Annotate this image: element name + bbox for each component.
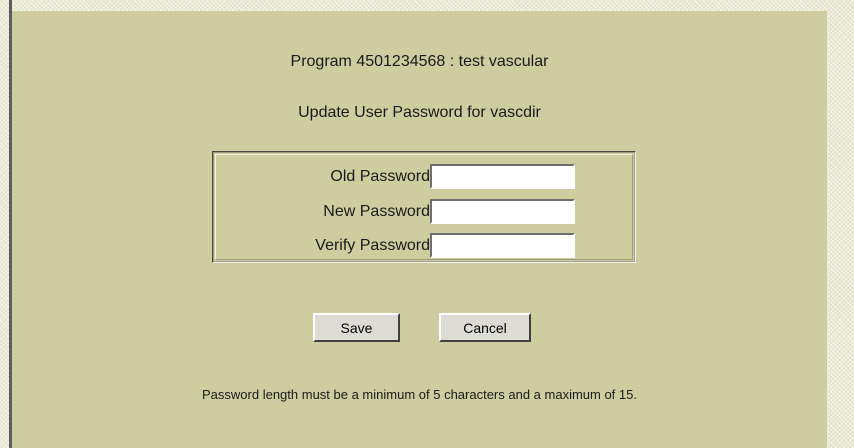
- old-password-label: Old Password: [330, 168, 430, 185]
- password-length-note: Password length must be a minimum of 5 c…: [202, 387, 637, 402]
- old-password-row: Old Password: [216, 164, 636, 190]
- new-password-input[interactable]: [430, 199, 575, 224]
- password-update-panel: Program 4501234568 : test vascular Updat…: [12, 11, 827, 448]
- password-fieldset: Old Password New Password Verify Passwor…: [212, 151, 636, 263]
- verify-password-row: Verify Password: [216, 233, 636, 259]
- cancel-button[interactable]: Cancel: [439, 313, 531, 342]
- old-password-input[interactable]: [430, 164, 575, 189]
- verify-password-input[interactable]: [430, 233, 575, 258]
- page-subtitle: Update User Password for vascdir: [298, 104, 541, 121]
- new-password-row: New Password: [216, 199, 636, 225]
- program-title: Program 4501234568 : test vascular: [290, 53, 549, 70]
- verify-password-label: Verify Password: [315, 237, 430, 254]
- new-password-label: New Password: [323, 203, 430, 220]
- password-fieldset-inner: Old Password New Password Verify Passwor…: [215, 154, 633, 260]
- save-button[interactable]: Save: [313, 313, 400, 342]
